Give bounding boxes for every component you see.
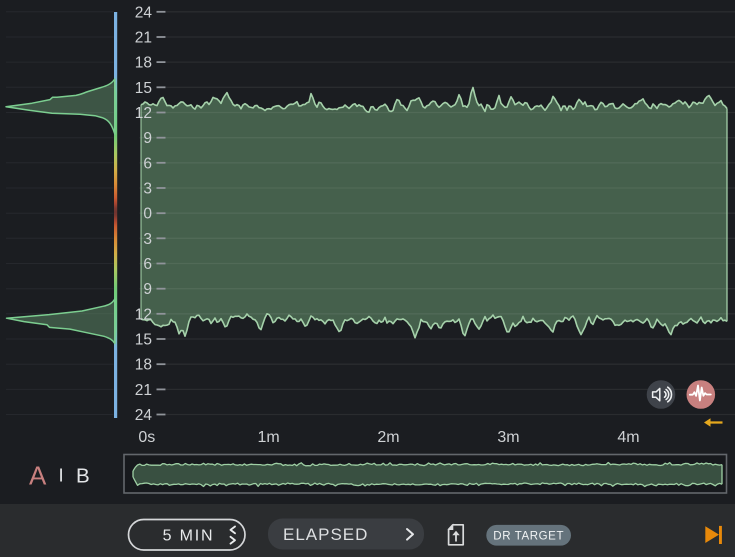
svg-text:2m: 2m [377,429,399,446]
svg-text:12: 12 [135,105,152,122]
svg-text:4m: 4m [617,429,639,446]
svg-text:1m: 1m [257,429,279,446]
svg-text:DR TARGET: DR TARGET [493,530,564,542]
svg-text:ELAPSED: ELAPSED [283,525,368,544]
svg-text:21: 21 [135,382,152,399]
svg-text:24: 24 [135,407,153,424]
svg-text:A: A [29,461,47,491]
svg-text:18: 18 [135,55,152,72]
svg-text:18: 18 [135,357,152,374]
svg-text:6: 6 [143,256,152,273]
svg-text:15: 15 [135,80,152,97]
svg-text:6: 6 [143,155,152,172]
svg-text:5 MIN: 5 MIN [163,528,215,545]
svg-text:12: 12 [135,306,152,323]
svg-text:I: I [59,465,64,486]
svg-text:3: 3 [143,181,152,198]
svg-text:9: 9 [143,281,152,298]
svg-text:15: 15 [135,332,152,349]
svg-text:9: 9 [143,130,152,147]
svg-text:0: 0 [143,206,152,223]
svg-text:3m: 3m [497,429,519,446]
svg-text:21: 21 [135,30,152,47]
svg-text:24: 24 [135,4,153,21]
svg-text:B: B [76,465,90,488]
svg-text:3: 3 [143,231,152,248]
svg-text:0s: 0s [138,429,155,446]
